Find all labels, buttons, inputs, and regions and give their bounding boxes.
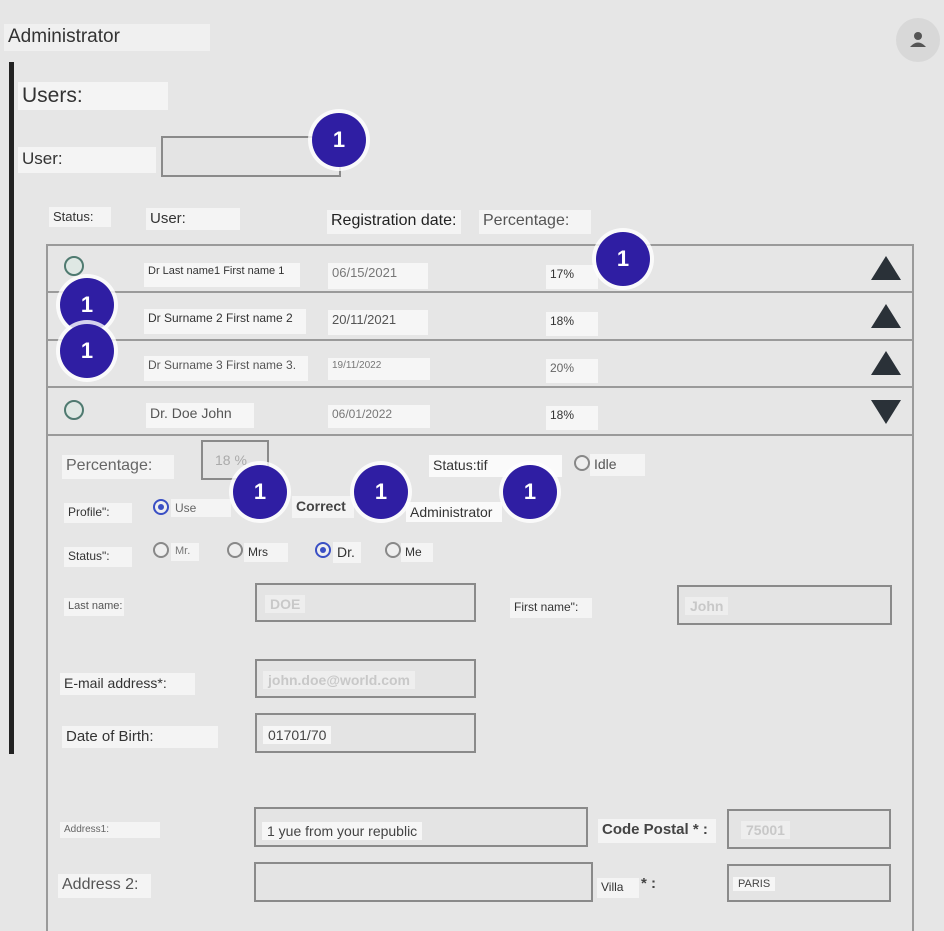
row-registration-date: 19/11/2022 [328, 358, 430, 380]
postal-value: 75001 [741, 821, 790, 839]
detail-percentage-value: 18 % [215, 452, 247, 468]
row-divider [46, 291, 914, 293]
annotation-badge: 1 [596, 232, 650, 286]
row-percentage: 18% [546, 406, 598, 430]
last-name-label: Last name: [64, 598, 124, 616]
row-registration-date: 20/11/2021 [328, 310, 428, 335]
row-user-name: Dr Last name1 First name 1 [144, 263, 300, 287]
first-name-label: First name": [510, 598, 592, 618]
first-name-field[interactable]: John [677, 585, 892, 625]
sort-up-icon[interactable] [871, 304, 901, 328]
city-label: Villa [597, 878, 639, 898]
postal-field[interactable]: 75001 [727, 809, 891, 849]
address2-field[interactable] [254, 862, 593, 902]
user-avatar[interactable] [896, 18, 940, 62]
sort-up-icon[interactable] [871, 256, 901, 280]
user-filter-label: User: [18, 147, 156, 173]
annotation-badge: 1 [354, 465, 408, 519]
title-dr-label: Dr. [333, 542, 361, 563]
dob-field[interactable]: 01701/70 [255, 713, 476, 753]
profile-use-radio[interactable] [153, 499, 169, 515]
sort-down-icon[interactable] [871, 400, 901, 424]
annotation-badge: 1 [503, 465, 557, 519]
sort-up-icon[interactable] [871, 351, 901, 375]
idle-radio[interactable] [574, 455, 590, 471]
postal-label: Code Postal * : [598, 819, 716, 843]
profile-label: Profile": [64, 503, 132, 523]
profile-use-label: Use [171, 499, 231, 517]
annotation-badge: 1 [233, 465, 287, 519]
title-me-label: Me [401, 543, 433, 562]
annotation-badge: 1 [60, 324, 114, 378]
city-value: PARIS [733, 877, 776, 891]
city-field[interactable]: PARIS [727, 864, 891, 902]
row-user-name: Dr Surname 2 First name 2 [144, 309, 306, 334]
user-icon [910, 32, 926, 47]
status-indicator [64, 256, 84, 276]
col-status-header: Status: [49, 207, 111, 227]
row-percentage: 20% [546, 359, 598, 383]
row-registration-date: 06/01/2022 [328, 405, 430, 428]
email-field[interactable]: john.doe@world.com [255, 659, 476, 698]
title-mr-radio[interactable] [153, 542, 169, 558]
row-divider [46, 386, 914, 388]
email-label: E-mail address*: [60, 673, 195, 695]
col-percentage-header: Percentage: [479, 210, 591, 234]
row-user-name: Dr Surname 3 First name 3. [144, 356, 308, 381]
email-value: john.doe@world.com [263, 671, 415, 689]
row-user-name: Dr. Doe John [146, 403, 254, 428]
address1-label: Address1: [60, 822, 160, 838]
first-name-value: John [685, 597, 729, 615]
sidebar-bar [9, 62, 14, 754]
title-mrs-label: Mrs [244, 543, 288, 562]
address2-label: Address 2: [58, 874, 151, 898]
page-title: Users: [18, 82, 168, 110]
city-required-mark: * : [641, 875, 656, 892]
col-registration-header: Registration date: [327, 210, 461, 234]
title-mr-label: Mr. [171, 543, 199, 561]
dob-label: Date of Birth: [62, 726, 218, 748]
row-divider [46, 434, 914, 436]
title-mrs-radio[interactable] [227, 542, 243, 558]
row-percentage: 17% [546, 265, 598, 289]
profile-administrator-label[interactable]: Administrator [406, 502, 502, 522]
last-name-field[interactable]: DOE [255, 583, 476, 622]
row-percentage: 18% [546, 312, 598, 336]
last-name-value: DOE [265, 595, 306, 613]
row-registration-date: 06/15/2021 [328, 263, 428, 289]
row-divider [46, 339, 914, 341]
title-dr-radio[interactable] [315, 542, 331, 558]
title-me-radio[interactable] [385, 542, 401, 558]
address1-field[interactable]: 1 yue from your republic [254, 807, 588, 847]
col-user-header: User: [146, 208, 240, 230]
dob-value: 01701/70 [263, 726, 332, 744]
status-indicator [64, 400, 84, 420]
title-label: Status": [64, 547, 132, 567]
address1-value: 1 yue from your republic [262, 822, 423, 840]
detail-percentage-label: Percentage: [62, 455, 174, 479]
annotation-badge: 1 [312, 113, 366, 167]
idle-label: Idle [590, 454, 645, 476]
profile-correct-label[interactable]: Correct [292, 496, 354, 518]
app-title: Administrator [4, 24, 210, 51]
